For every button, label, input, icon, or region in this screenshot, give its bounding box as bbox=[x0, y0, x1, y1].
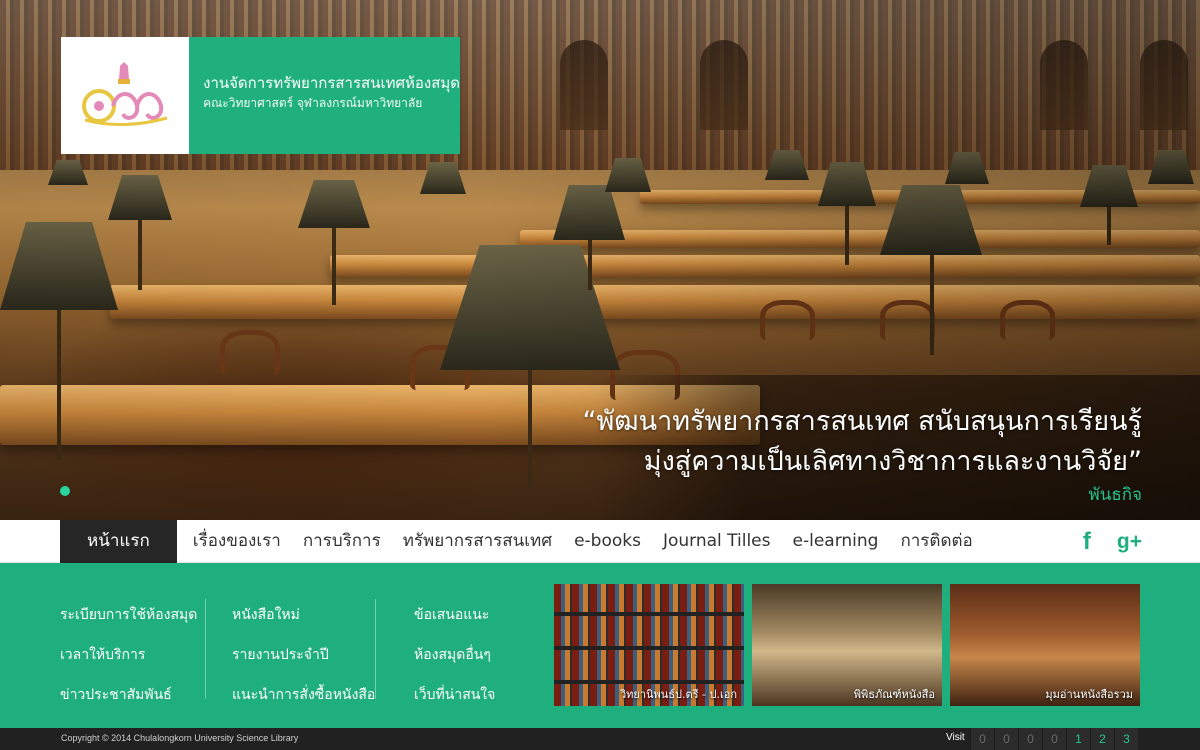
thumb-caption: มุมอ่านหนังสือรวม bbox=[1045, 688, 1133, 701]
quote-line: มุ่งสู่ความเป็นเลิศทางวิชาการและงานวิจัย… bbox=[643, 446, 1142, 477]
link-annual-report[interactable]: รายงานประจำปี bbox=[232, 635, 375, 675]
counter-digit: 1 bbox=[1066, 728, 1090, 750]
google-plus-icon[interactable]: g+ bbox=[1117, 530, 1142, 554]
nav-item-about[interactable]: เรื่องของเรา bbox=[182, 520, 292, 563]
visit-counter: 0 0 0 0 1 2 3 bbox=[970, 728, 1138, 750]
links-column: ข้อเสนอแนะ ห้องสมุดอื่นๆ เว็บที่น่าสนใจ bbox=[414, 595, 495, 715]
main-navigation: หน้าแรก เรื่องของเรา การบริการ ทรัพยากรส… bbox=[0, 520, 1200, 563]
thumb-book-museum[interactable]: พิพิธภัณฑ์หนังสือ bbox=[752, 584, 942, 706]
visit-label: Visit bbox=[946, 732, 965, 743]
nav-item-services[interactable]: การบริการ bbox=[292, 520, 392, 563]
counter-digit: 0 bbox=[994, 728, 1018, 750]
nav-item-journal-titles[interactable]: Journal Tilles bbox=[652, 520, 782, 563]
slider-dot[interactable] bbox=[60, 486, 70, 496]
link-book-purchase[interactable]: แนะนำการสั่งซื้อหนังสือ bbox=[232, 675, 375, 715]
site-title: งานจัดการทรัพยากรสารสนเทศห้องสมุด bbox=[203, 74, 460, 92]
quick-links-section: ระเบียบการใช้ห้องสมุด เวลาให้บริการ ข่าว… bbox=[0, 563, 1200, 728]
nav-item-resources[interactable]: ทรัพยากรสารสนเทศ bbox=[392, 520, 563, 563]
column-divider bbox=[375, 599, 376, 699]
nav-item-contact[interactable]: การติดต่อ bbox=[889, 520, 983, 563]
site-header[interactable]: งานจัดการทรัพยากรสารสนเทศห้องสมุด คณะวิท… bbox=[61, 37, 460, 154]
logo[interactable] bbox=[61, 37, 190, 154]
counter-digit: 0 bbox=[1018, 728, 1042, 750]
site-subtitle: คณะวิทยาศาสตร์ จุฬาลงกรณ์มหาวิทยาลัย bbox=[203, 96, 423, 110]
link-interesting-sites[interactable]: เว็บที่น่าสนใจ bbox=[414, 675, 495, 715]
thumb-theses[interactable]: วิทยานิพนธ์ป.ตรี - ป.เอก bbox=[554, 584, 744, 706]
link-news[interactable]: ข่าวประชาสัมพันธ์ bbox=[60, 675, 197, 715]
link-library-rules[interactable]: ระเบียบการใช้ห้องสมุด bbox=[60, 595, 197, 635]
thumb-caption: พิพิธภัณฑ์หนังสือ bbox=[853, 688, 935, 701]
links-column: ระเบียบการใช้ห้องสมุด เวลาให้บริการ ข่าว… bbox=[60, 595, 197, 715]
footer: Copyright © 2014 Chulalongkorn Universit… bbox=[0, 728, 1200, 750]
thumb-caption: วิทยานิพนธ์ป.ตรี - ป.เอก bbox=[619, 688, 737, 701]
counter-digit: 0 bbox=[970, 728, 994, 750]
quote-line: “พัฒนาทรัพยากรสารสนเทศ สนับสนุนการเรียนร… bbox=[582, 406, 1142, 437]
column-divider bbox=[205, 599, 206, 699]
facebook-icon[interactable]: f bbox=[1083, 528, 1091, 556]
mission-link[interactable]: พันธกิจ bbox=[1089, 481, 1142, 508]
nav-item-home[interactable]: หน้าแรก bbox=[60, 520, 177, 563]
counter-digit: 3 bbox=[1114, 728, 1138, 750]
counter-digit: 0 bbox=[1042, 728, 1066, 750]
link-opening-hours[interactable]: เวลาให้บริการ bbox=[60, 635, 197, 675]
vision-quote: “พัฒนาทรัพยากรสารสนเทศ สนับสนุนการเรียนร… bbox=[582, 402, 1142, 482]
counter-digit: 2 bbox=[1090, 728, 1114, 750]
nav-item-ebooks[interactable]: e-books bbox=[563, 520, 652, 563]
crown-emblem-icon bbox=[82, 61, 168, 126]
copyright-text: Copyright © 2014 Chulalongkorn Universit… bbox=[61, 733, 299, 743]
nav-item-elearning[interactable]: e-learning bbox=[782, 520, 890, 563]
link-new-books[interactable]: หนังสือใหม่ bbox=[232, 595, 375, 635]
thumb-reading-corner[interactable]: มุมอ่านหนังสือรวม bbox=[950, 584, 1140, 706]
link-suggestions[interactable]: ข้อเสนอแนะ bbox=[414, 595, 495, 635]
links-column: หนังสือใหม่ รายงานประจำปี แนะนำการสั่งซื… bbox=[232, 595, 375, 715]
link-other-libraries[interactable]: ห้องสมุดอื่นๆ bbox=[414, 635, 495, 675]
